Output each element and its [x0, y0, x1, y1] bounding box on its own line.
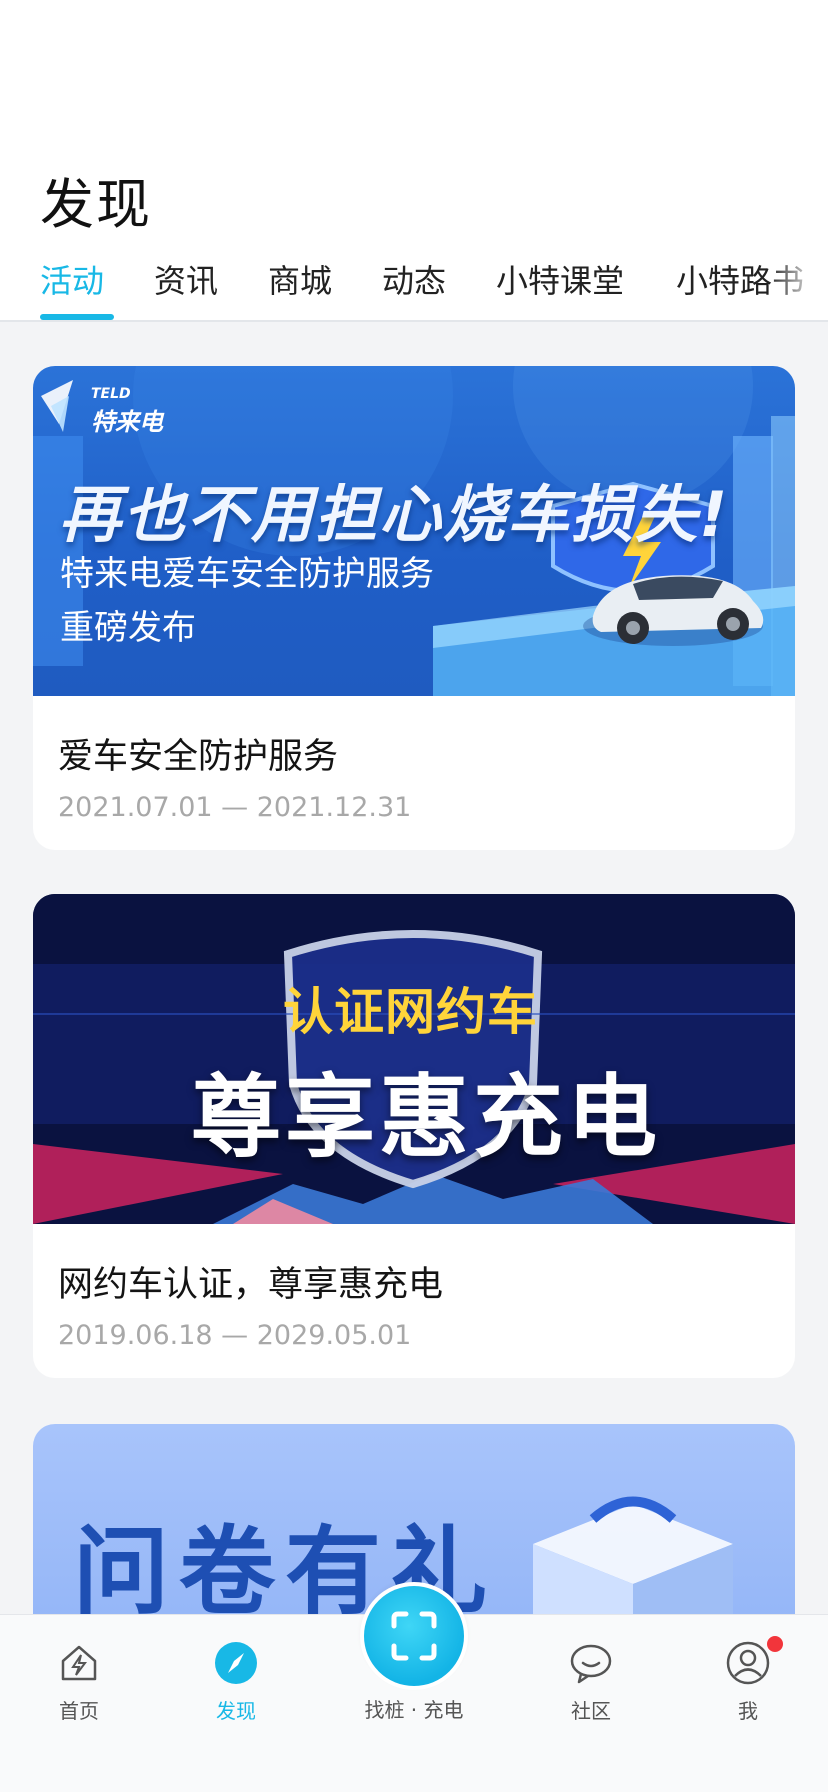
activity-banner-image[interactable]: 认证网约车 尊享惠充电 — [33, 894, 795, 1224]
scan-charge-button[interactable] — [364, 1586, 464, 1686]
home-charge-icon — [61, 1645, 97, 1681]
nav-home[interactable]: 首页 — [24, 1615, 134, 1725]
banner-headline: 再也不用担心烧车损失! — [59, 478, 730, 551]
brand-logo-text: TELD — [91, 386, 131, 402]
scan-icon — [391, 1611, 437, 1661]
tab-classroom[interactable]: 小特课堂 — [496, 256, 624, 302]
tab-bar: 活动 资讯 商城 动态 小特课堂 小特路书 — [0, 252, 828, 322]
tab-scroll-fade — [768, 252, 828, 320]
tab-mall[interactable]: 商城 — [268, 256, 332, 302]
user-icon — [726, 1641, 770, 1685]
banner-headline: 尊享惠充电 — [191, 1065, 661, 1170]
page-title: 发现 — [40, 173, 152, 236]
active-tab-indicator — [40, 314, 114, 320]
chat-bubble-icon — [570, 1644, 612, 1684]
tab-news[interactable]: 资讯 — [154, 256, 218, 302]
nav-community-label: 社区 — [571, 1699, 611, 1723]
activity-title: 爱车安全防护服务 — [58, 737, 339, 777]
brand-logo-cn: 特来电 — [91, 408, 163, 436]
scan-charge-label: 找桩 · 充电 — [364, 1698, 464, 1722]
nav-me-label: 我 — [738, 1699, 758, 1723]
banner-subline-1: 特来电爱车安全防护服务 — [60, 554, 434, 594]
nav-discover-label: 发现 — [216, 1699, 256, 1723]
nav-home-label: 首页 — [59, 1699, 99, 1723]
activity-title: 网约车认证，尊享惠充电 — [58, 1265, 444, 1305]
activity-banner-image[interactable]: TELD 特来电 再也不用担心烧车损失! 特来电爱车安全防护服务 重磅发布 — [33, 366, 795, 696]
activity-card[interactable]: TELD 特来电 再也不用担心烧车损失! 特来电爱车安全防护服务 重磅发布 爱车… — [33, 366, 795, 850]
tab-activities[interactable]: 活动 — [40, 256, 104, 302]
nav-me[interactable]: 我 — [693, 1615, 803, 1725]
nav-discover[interactable]: 发现 — [181, 1615, 291, 1725]
tab-updates[interactable]: 动态 — [382, 256, 446, 302]
notification-badge — [767, 1636, 783, 1652]
activity-date-range: 2019.06.18 — 2029.05.01 — [58, 1320, 412, 1351]
banner-subline-2: 重磅发布 — [60, 608, 196, 648]
nav-community[interactable]: 社区 — [536, 1615, 646, 1725]
compass-icon — [215, 1642, 257, 1684]
banner-tagline: 认证网约车 — [283, 983, 538, 1041]
activity-date-range: 2021.07.01 — 2021.12.31 — [58, 792, 412, 823]
activity-card[interactable]: 认证网约车 尊享惠充电 网约车认证，尊享惠充电 2019.06.18 — 202… — [33, 894, 795, 1378]
